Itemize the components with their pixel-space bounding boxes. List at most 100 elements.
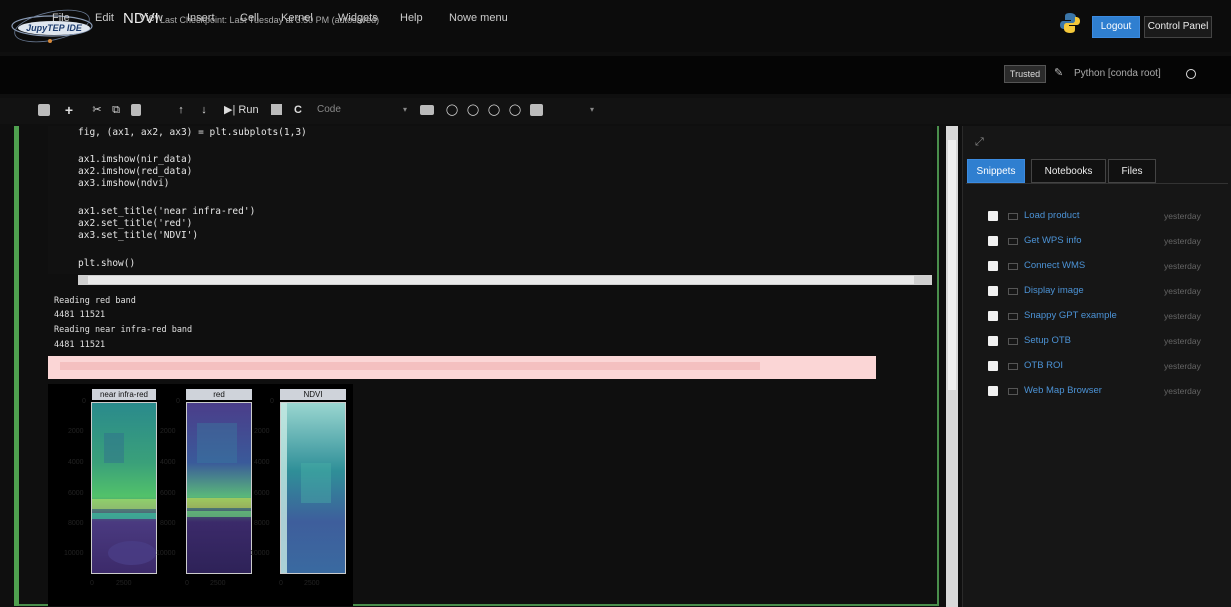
snippet-item[interactable]: OTB ROI yesterday — [988, 360, 1218, 375]
run-button[interactable]: ▶| Run — [224, 102, 264, 118]
y-tick: 4000 — [160, 459, 176, 466]
y-tick: 6000 — [68, 490, 84, 497]
code-line[interactable]: ax1.imshow(nir_data) — [78, 154, 192, 165]
menu-cell[interactable]: Cell — [240, 12, 259, 24]
image-panel-red — [186, 402, 252, 574]
snippet-name[interactable]: Connect WMS — [1024, 260, 1085, 271]
menu-kernel[interactable]: Kernel — [281, 12, 313, 24]
snippet-item[interactable]: Load product yesterday — [988, 210, 1218, 225]
stop-icon[interactable] — [271, 104, 282, 115]
output-line: 4481 11521 — [54, 340, 106, 350]
folder-icon — [1008, 388, 1018, 395]
pencil-icon[interactable]: ✎ — [1054, 66, 1063, 79]
code-line[interactable]: plt.show() — [78, 258, 135, 269]
output-line: Reading red band — [54, 296, 136, 306]
arrow-up-icon[interactable]: ↑ — [174, 102, 188, 118]
menu-widgets[interactable]: Widgets — [338, 12, 378, 24]
snippet-checkbox[interactable] — [988, 361, 998, 371]
y-tick: 6000 — [160, 490, 176, 497]
code-editor[interactable] — [48, 126, 932, 274]
tab-notebooks[interactable]: Notebooks — [1031, 159, 1106, 183]
comment-icon[interactable]: ◯ — [445, 102, 459, 118]
snippet-item[interactable]: Snappy GPT example yesterday — [988, 310, 1218, 325]
jupyter-notebook-window: JupyTEP IDE NDVI Last Checkpoint: Last T… — [0, 0, 1231, 607]
folder-icon — [1008, 288, 1018, 295]
menu-file[interactable]: File — [52, 12, 70, 24]
arrow-down-icon[interactable]: ↓ — [197, 102, 211, 118]
menu-insert[interactable]: Insert — [187, 12, 215, 24]
snippet-name[interactable]: Setup OTB — [1024, 335, 1071, 346]
y-tick: 8000 — [160, 520, 176, 527]
chevron-down-icon: ▾ — [402, 105, 407, 114]
control-panel-button[interactable]: Control Panel — [1144, 16, 1212, 38]
comment-icon[interactable]: ◯ — [487, 102, 501, 118]
tab-snippets[interactable]: Snippets — [967, 159, 1025, 183]
code-line[interactable]: ax3.imshow(ndvi) — [78, 178, 170, 189]
image-panel-nir — [91, 402, 157, 574]
cell-edit-indicator — [14, 126, 19, 606]
run-icon: ▶| — [224, 104, 236, 116]
nir-image — [92, 403, 156, 573]
copy-icon[interactable]: ⧉ — [109, 102, 123, 118]
snippet-name[interactable]: OTB ROI — [1024, 360, 1063, 371]
snippet-checkbox[interactable] — [988, 211, 998, 221]
snippet-item[interactable]: Display image yesterday — [988, 285, 1218, 300]
snippet-name[interactable]: Display image — [1024, 285, 1084, 296]
code-line[interactable]: fig, (ax1, ax2, ax3) = plt.subplots(1,3) — [78, 127, 307, 138]
snippet-checkbox[interactable] — [988, 286, 998, 296]
panel-title-ndvi: NDVI — [303, 390, 323, 399]
trusted-badge[interactable]: Trusted — [1004, 65, 1046, 83]
code-line[interactable]: ax2.set_title('red') — [78, 218, 192, 229]
menu-nowe-menu[interactable]: Nowe menu — [449, 12, 508, 24]
restart-icon[interactable]: C — [292, 102, 304, 118]
x-tick: 2500 — [210, 580, 226, 587]
snippet-item[interactable]: Connect WMS yesterday — [988, 260, 1218, 275]
panel-title-red: red — [213, 390, 225, 399]
menu-edit[interactable]: Edit — [95, 12, 114, 24]
snippet-checkbox[interactable] — [988, 236, 998, 246]
horizontal-scrollbar-thumb[interactable] — [88, 276, 914, 284]
menu-bar — [0, 56, 1231, 94]
snippet-checkbox[interactable] — [988, 311, 998, 321]
cell-type-select[interactable]: Code ▾ — [313, 101, 409, 119]
expand-icon[interactable]: ⤢ — [975, 136, 984, 149]
snippet-item[interactable]: Web Map Browser yesterday — [988, 385, 1218, 400]
y-tick: 10000 — [64, 550, 84, 557]
snippet-item[interactable]: Setup OTB yesterday — [988, 335, 1218, 350]
x-tick: 0 — [279, 580, 283, 587]
save-icon[interactable] — [38, 104, 50, 116]
folder-icon — [1008, 213, 1018, 220]
snippet-checkbox[interactable] — [988, 336, 998, 346]
snippet-date: yesterday — [1164, 361, 1201, 371]
tablet-icon[interactable] — [530, 104, 543, 116]
folder-icon — [1008, 238, 1018, 245]
snippet-checkbox[interactable] — [988, 261, 998, 271]
chevron-down-icon[interactable]: ▾ — [586, 102, 598, 118]
snippet-checkbox[interactable] — [988, 386, 998, 396]
snippet-name[interactable]: Get WPS info — [1024, 235, 1082, 246]
code-line[interactable]: ax1.set_title('near infra-red') — [78, 206, 255, 217]
y-tick: 10000 — [250, 550, 270, 557]
keyboard-icon[interactable] — [420, 105, 434, 115]
snippet-name[interactable]: Snappy GPT example — [1024, 310, 1117, 321]
menu-view[interactable]: View — [139, 12, 163, 24]
y-tick: 8000 — [68, 520, 84, 527]
snippet-name[interactable]: Web Map Browser — [1024, 385, 1102, 396]
menu-help[interactable]: Help — [400, 12, 423, 24]
snippet-name[interactable]: Load product — [1024, 210, 1079, 221]
plus-icon[interactable]: + — [62, 102, 76, 118]
comment-icon[interactable]: ◯ — [508, 102, 522, 118]
paste-icon[interactable] — [131, 104, 141, 116]
vertical-scrollbar-thumb[interactable] — [948, 140, 956, 390]
code-line[interactable]: ax2.imshow(red_data) — [78, 166, 192, 177]
y-tick: 2000 — [254, 428, 270, 435]
comment-icon[interactable]: ◯ — [466, 102, 480, 118]
tab-files[interactable]: Files — [1108, 159, 1156, 183]
code-line[interactable]: ax3.set_title('NDVI') — [78, 230, 198, 241]
folder-icon — [1008, 363, 1018, 370]
y-tick: 10000 — [156, 550, 176, 557]
logout-button[interactable]: Logout — [1092, 16, 1140, 38]
scissors-icon[interactable]: ✂ — [90, 102, 104, 118]
snippet-item[interactable]: Get WPS info yesterday — [988, 235, 1218, 250]
tabs-underline — [966, 183, 1228, 184]
